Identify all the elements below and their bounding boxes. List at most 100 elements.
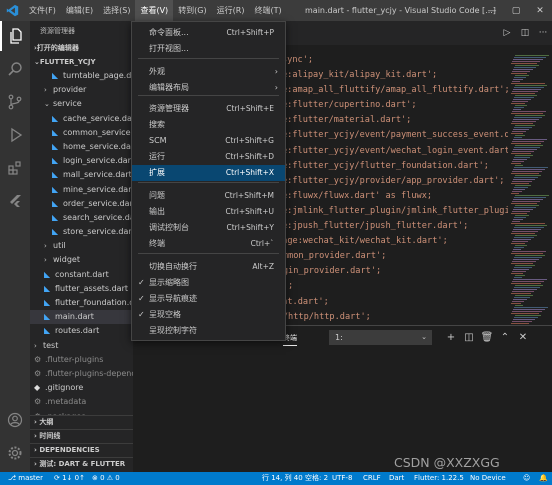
tree-item-service[interactable]: ⌄ service [30,97,133,111]
minimap-line [515,135,525,136]
tree-item-routes-dart[interactable]: ◣ routes.dart [30,324,133,338]
menu-item-toggle-word-wrap[interactable]: 切换自动换行 Alt+Z [132,259,285,275]
extensions-icon[interactable] [0,153,30,183]
menu-item-search[interactable]: 搜索 [132,117,285,133]
tree-item-util[interactable]: › util [30,239,133,253]
problems-status[interactable]: ⊗ 0 ⚠ 0 [92,472,120,485]
settings-gear-icon[interactable] [0,438,30,468]
feedback-icon[interactable]: ☺ [523,472,530,485]
language-status[interactable]: Dart [389,472,404,485]
menu-item-open-view[interactable]: 打开视图... [132,41,285,57]
close-panel-icon[interactable]: ✕ [514,330,532,345]
close-icon[interactable]: ✕ [528,0,552,21]
flutter-icon[interactable] [0,186,30,216]
tree-item-constant-dart[interactable]: ◣ constant.dart [30,268,133,282]
source-control-icon[interactable] [0,87,30,117]
menu-item-show-minimap[interactable]: ✓ 显示缩略图 [132,275,285,291]
eol-status[interactable]: CRLF [363,472,381,485]
minimap-line [515,185,531,186]
sync-status[interactable]: ⟳ 1↓ 0↑ [54,472,85,485]
tree-item-widget[interactable]: › widget [30,253,133,267]
tree-item-main-dart[interactable]: ◣ main.dart [30,310,133,325]
menu-item-debug-console[interactable]: 调试控制台 Ctrl+Shift+Y [132,220,285,236]
account-icon[interactable] [0,405,30,435]
explorer-icon[interactable] [0,21,30,51]
indentation-status[interactable]: 空格: 2 [305,472,328,485]
activity-bar [0,21,30,472]
tree-item-order-service-dart[interactable]: ◣ order_service.dart [30,197,133,211]
menu-terminal[interactable]: 终端(T) [249,0,286,21]
tree-item-flutter-plugins[interactable]: ⚙ .flutter-plugins [30,353,133,367]
menu-item-problems[interactable]: 问题 Ctrl+Shift+M [132,188,285,204]
trash-icon[interactable]: 🗑 [478,330,496,345]
menu-item-run[interactable]: 运行 Ctrl+Shift+D [132,149,285,165]
tree-item-metadata[interactable]: ⚙ .metadata [30,395,133,409]
menu-view[interactable]: 查看(V) [135,0,174,21]
new-terminal-icon[interactable]: + [442,330,460,345]
menu-item-editor-layout[interactable]: 编辑器布局 › [132,80,285,96]
menu-item-explorer[interactable]: 资源管理器 Ctrl+Shift+E [132,101,285,117]
tree-item-login-service-dart[interactable]: ◣ login_service.dart [30,154,133,168]
terminal-selector[interactable]: 1: ⌄ [329,330,432,345]
cursor-position[interactable]: 行 14, 列 40 [262,472,303,485]
split-terminal-icon[interactable]: ◫ [460,330,478,345]
tree-item-mall-service-dart[interactable]: ◣ mall_service.dart [30,168,133,182]
minimap[interactable] [508,53,552,343]
tree-item-search-service-dart[interactable]: ◣ search_service.dart [30,211,133,225]
dart-file-icon: ◣ [52,184,59,194]
view-menu-dropdown: 命令面板... Ctrl+Shift+P 打开视图... 外观 › 编辑器布局 › 资源管理器… [131,21,286,341]
project-section[interactable]: ⌄FLUTTER_YCJY [30,55,133,69]
encoding-status[interactable]: UTF-8 [332,472,352,485]
tree-item-cache-service-dart[interactable]: ◣ cache_service.dart [30,112,133,126]
maximize-icon[interactable]: ▢ [504,0,528,21]
chevron-up-icon[interactable]: ⌃ [496,330,514,345]
menu-item-scm[interactable]: SCM Ctrl+Shift+G [132,133,285,149]
menu-item-command-palette[interactable]: 命令面板... Ctrl+Shift+P [132,25,285,41]
tree-item-flutter-plugins-dependencies[interactable]: ⚙.flutter-plugins-dependencies [30,367,133,381]
branch-status[interactable]: ⎇ master [8,472,43,485]
tree-item-turntable-page-dart[interactable]: ◣ turntable_page.dart [30,69,133,83]
tree-item-test[interactable]: › test [30,339,133,353]
tests-section[interactable]: › 测试: DART & FLUTTER [30,457,133,470]
search-icon[interactable] [0,54,30,84]
menu-file[interactable]: 文件(F) [24,0,61,21]
minimize-icon[interactable]: — [480,0,504,21]
minimap-line [511,123,533,124]
menu-item-output[interactable]: 输出 Ctrl+Shift+U [132,204,285,220]
tree-item-flutter-foundation-dart[interactable]: ◣ flutter_foundation.dart [30,296,133,310]
menu-go[interactable]: 转到(G) [173,0,211,21]
notifications-bell-icon[interactable]: 🔔 [539,472,548,485]
tree-item-mine-service-dart[interactable]: ◣ mine_service.dart [30,183,133,197]
tree-item-gitignore[interactable]: ◆ .gitignore [30,381,133,395]
menu-item-render-whitespace[interactable]: ✓ 呈现空格 [132,307,285,323]
dependencies-section[interactable]: › DEPENDENCIES [30,443,133,456]
minimap-line [514,117,542,118]
run-debug-icon[interactable] [0,120,30,150]
menu-item-show-breadcrumbs[interactable]: ✓ 显示导航痕迹 [132,291,285,307]
menu-item-render-control-characters[interactable]: 呈现控制字符 [132,323,285,339]
menu-item-extensions[interactable]: 扩展 Ctrl+Shift+X [132,165,285,181]
menu-edit[interactable]: 编辑(E) [61,0,98,21]
run-file-icon[interactable]: ▷ [498,28,516,38]
title-bar: 文件(F) 编辑(E) 选择(S) 查看(V) 转到(G) 运行(R) 终端(T… [0,0,552,21]
more-actions-icon[interactable]: ··· [534,28,552,38]
minimap-line [512,71,530,72]
tree-item-flutter-assets-dart[interactable]: ◣ flutter_assets.dart [30,282,133,296]
timeline-section[interactable]: › 时间线 [30,429,133,442]
device-status[interactable]: No Device [470,472,506,485]
tree-item-common-service-dart[interactable]: ◣ common_service.dart [30,126,133,140]
outline-section[interactable]: › 大纲 [30,415,133,428]
tree-item-home-service-dart[interactable]: ◣ home_service.dart [30,140,133,154]
tree-item-label: mall_service.dart [63,170,132,180]
flutter-version-status[interactable]: Flutter: 1.22.5 [414,472,464,485]
menu-selection[interactable]: 选择(S) [98,0,135,21]
split-editor-icon[interactable]: ◫ [516,28,534,38]
menu-run[interactable]: 运行(R) [212,0,250,21]
tree-item-store-service-dart[interactable]: ◣ store_service.dart [30,225,133,239]
menu-item-terminal[interactable]: 终端 Ctrl+` [132,236,285,252]
menu-item-appearance[interactable]: 外观 › [132,64,285,80]
open-editors-section[interactable]: ›打开的编辑器 [30,41,133,55]
minimap-line [514,317,538,318]
tree-item-provider[interactable]: › provider [30,83,133,97]
minimap-line [515,235,537,236]
